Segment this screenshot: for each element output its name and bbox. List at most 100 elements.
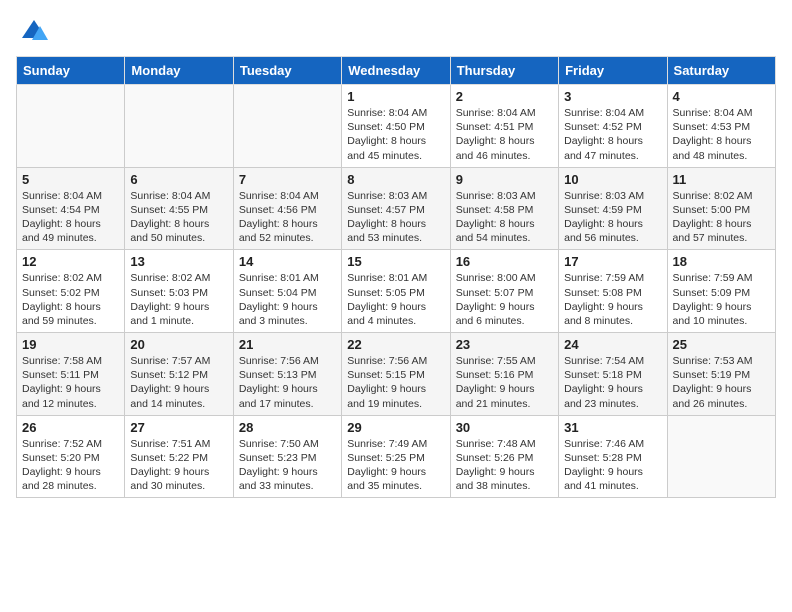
day-number: 3 bbox=[564, 89, 661, 104]
day-number: 23 bbox=[456, 337, 553, 352]
calendar-cell: 13 Sunrise: 8:02 AM Sunset: 5:03 PM Dayli… bbox=[125, 250, 233, 333]
day-info: Sunrise: 8:03 AM Sunset: 4:58 PM Dayligh… bbox=[456, 189, 553, 246]
calendar-cell: 24 Sunrise: 7:54 AM Sunset: 5:18 PM Dayli… bbox=[559, 333, 667, 416]
day-info: Sunrise: 7:57 AM Sunset: 5:12 PM Dayligh… bbox=[130, 354, 227, 411]
day-info: Sunrise: 8:04 AM Sunset: 4:54 PM Dayligh… bbox=[22, 189, 119, 246]
day-info: Sunrise: 7:59 AM Sunset: 5:08 PM Dayligh… bbox=[564, 271, 661, 328]
calendar-cell: 29Sunrise: 7:49 AM Sunset: 5:25 PM Dayli… bbox=[342, 415, 450, 498]
calendar-cell: 18 Sunrise: 7:59 AM Sunset: 5:09 PM Dayli… bbox=[667, 250, 775, 333]
day-number: 6 bbox=[130, 172, 227, 187]
day-info: Sunrise: 8:04 AM Sunset: 4:52 PM Dayligh… bbox=[564, 106, 661, 163]
day-info: Sunrise: 7:48 AM Sunset: 5:26 PM Dayligh… bbox=[456, 437, 553, 494]
day-info: Sunrise: 7:55 AM Sunset: 5:16 PM Dayligh… bbox=[456, 354, 553, 411]
calendar-cell: 2 Sunrise: 8:04 AM Sunset: 4:51 PM Daylig… bbox=[450, 85, 558, 168]
day-info: Sunrise: 7:56 AM Sunset: 5:13 PM Dayligh… bbox=[239, 354, 336, 411]
day-info: Sunrise: 7:58 AM Sunset: 5:11 PM Dayligh… bbox=[22, 354, 119, 411]
page-header bbox=[16, 16, 776, 44]
calendar-cell: 5 Sunrise: 8:04 AM Sunset: 4:54 PM Daylig… bbox=[17, 167, 125, 250]
calendar-cell bbox=[233, 85, 341, 168]
day-number: 7 bbox=[239, 172, 336, 187]
calendar-cell: 16 Sunrise: 8:00 AM Sunset: 5:07 PM Dayli… bbox=[450, 250, 558, 333]
calendar-cell: 8 Sunrise: 8:03 AM Sunset: 4:57 PM Daylig… bbox=[342, 167, 450, 250]
weekday-header-saturday: Saturday bbox=[667, 57, 775, 85]
day-info: Sunrise: 8:04 AM Sunset: 4:51 PM Dayligh… bbox=[456, 106, 553, 163]
day-info: Sunrise: 8:00 AM Sunset: 5:07 PM Dayligh… bbox=[456, 271, 553, 328]
day-info: Sunrise: 8:04 AM Sunset: 4:53 PM Dayligh… bbox=[673, 106, 770, 163]
calendar-cell bbox=[125, 85, 233, 168]
day-number: 15 bbox=[347, 254, 444, 269]
logo-icon bbox=[20, 16, 48, 44]
day-number: 24 bbox=[564, 337, 661, 352]
day-number: 12 bbox=[22, 254, 119, 269]
day-number: 11 bbox=[673, 172, 770, 187]
calendar-cell: 11 Sunrise: 8:02 AM Sunset: 5:00 PM Dayli… bbox=[667, 167, 775, 250]
day-number: 13 bbox=[130, 254, 227, 269]
calendar-cell: 26 Sunrise: 7:52 AM Sunset: 5:20 PM Dayli… bbox=[17, 415, 125, 498]
day-number: 9 bbox=[456, 172, 553, 187]
day-number: 19 bbox=[22, 337, 119, 352]
day-info: Sunrise: 8:02 AM Sunset: 5:00 PM Dayligh… bbox=[673, 189, 770, 246]
day-info: Sunrise: 8:02 AM Sunset: 5:03 PM Dayligh… bbox=[130, 271, 227, 328]
calendar-cell: 30 Sunrise: 7:48 AM Sunset: 5:26 PM Dayli… bbox=[450, 415, 558, 498]
calendar-cell: 1 Sunrise: 8:04 AM Sunset: 4:50 PM Daylig… bbox=[342, 85, 450, 168]
calendar-cell: 25 Sunrise: 7:53 AM Sunset: 5:19 PM Dayli… bbox=[667, 333, 775, 416]
calendar-cell: 28Sunrise: 7:50 AM Sunset: 5:23 PM Dayli… bbox=[233, 415, 341, 498]
day-number: 29 bbox=[347, 420, 444, 435]
day-info: Sunrise: 7:59 AM Sunset: 5:09 PM Dayligh… bbox=[673, 271, 770, 328]
calendar-cell: 3 Sunrise: 8:04 AM Sunset: 4:52 PM Daylig… bbox=[559, 85, 667, 168]
day-number: 21 bbox=[239, 337, 336, 352]
day-info: Sunrise: 8:01 AM Sunset: 5:04 PM Dayligh… bbox=[239, 271, 336, 328]
calendar-table: SundayMondayTuesdayWednesdayThursdayFrid… bbox=[16, 56, 776, 498]
day-info: Sunrise: 8:03 AM Sunset: 4:57 PM Dayligh… bbox=[347, 189, 444, 246]
day-number: 25 bbox=[673, 337, 770, 352]
day-number: 28 bbox=[239, 420, 336, 435]
day-info: Sunrise: 7:56 AM Sunset: 5:15 PM Dayligh… bbox=[347, 354, 444, 411]
calendar-cell: 21 Sunrise: 7:56 AM Sunset: 5:13 PM Dayli… bbox=[233, 333, 341, 416]
calendar-cell bbox=[667, 415, 775, 498]
day-number: 17 bbox=[564, 254, 661, 269]
logo bbox=[16, 16, 48, 44]
calendar-cell: 12 Sunrise: 8:02 AM Sunset: 5:02 PM Dayli… bbox=[17, 250, 125, 333]
day-number: 10 bbox=[564, 172, 661, 187]
calendar-cell: 19 Sunrise: 7:58 AM Sunset: 5:11 PM Dayli… bbox=[17, 333, 125, 416]
calendar-cell: 20 Sunrise: 7:57 AM Sunset: 5:12 PM Dayli… bbox=[125, 333, 233, 416]
day-info: Sunrise: 8:04 AM Sunset: 4:50 PM Dayligh… bbox=[347, 106, 444, 163]
day-info: Sunrise: 7:46 AM Sunset: 5:28 PM Dayligh… bbox=[564, 437, 661, 494]
day-number: 8 bbox=[347, 172, 444, 187]
calendar-cell: 23 Sunrise: 7:55 AM Sunset: 5:16 PM Dayli… bbox=[450, 333, 558, 416]
day-number: 20 bbox=[130, 337, 227, 352]
day-info: Sunrise: 8:03 AM Sunset: 4:59 PM Dayligh… bbox=[564, 189, 661, 246]
day-number: 5 bbox=[22, 172, 119, 187]
calendar-cell: 6Sunrise: 8:04 AM Sunset: 4:55 PM Daylig… bbox=[125, 167, 233, 250]
calendar-cell: 31 Sunrise: 7:46 AM Sunset: 5:28 PM Dayli… bbox=[559, 415, 667, 498]
day-info: Sunrise: 7:51 AM Sunset: 5:22 PM Dayligh… bbox=[130, 437, 227, 494]
day-number: 18 bbox=[673, 254, 770, 269]
day-info: Sunrise: 7:54 AM Sunset: 5:18 PM Dayligh… bbox=[564, 354, 661, 411]
calendar-cell: 22 Sunrise: 7:56 AM Sunset: 5:15 PM Dayli… bbox=[342, 333, 450, 416]
calendar-cell: 15 Sunrise: 8:01 AM Sunset: 5:05 PM Dayli… bbox=[342, 250, 450, 333]
day-number: 1 bbox=[347, 89, 444, 104]
calendar-cell: 17 Sunrise: 7:59 AM Sunset: 5:08 PM Dayli… bbox=[559, 250, 667, 333]
day-number: 22 bbox=[347, 337, 444, 352]
calendar-cell: 27 Sunrise: 7:51 AM Sunset: 5:22 PM Dayli… bbox=[125, 415, 233, 498]
day-number: 2 bbox=[456, 89, 553, 104]
calendar-cell: 4 Sunrise: 8:04 AM Sunset: 4:53 PM Daylig… bbox=[667, 85, 775, 168]
weekday-header-wednesday: Wednesday bbox=[342, 57, 450, 85]
day-info: Sunrise: 8:01 AM Sunset: 5:05 PM Dayligh… bbox=[347, 271, 444, 328]
day-number: 31 bbox=[564, 420, 661, 435]
calendar-cell: 7Sunrise: 8:04 AM Sunset: 4:56 PM Daylig… bbox=[233, 167, 341, 250]
day-info: Sunrise: 7:53 AM Sunset: 5:19 PM Dayligh… bbox=[673, 354, 770, 411]
calendar-cell: 9 Sunrise: 8:03 AM Sunset: 4:58 PM Daylig… bbox=[450, 167, 558, 250]
calendar-cell: 14Sunrise: 8:01 AM Sunset: 5:04 PM Dayli… bbox=[233, 250, 341, 333]
weekday-header-friday: Friday bbox=[559, 57, 667, 85]
day-number: 4 bbox=[673, 89, 770, 104]
day-info: Sunrise: 7:52 AM Sunset: 5:20 PM Dayligh… bbox=[22, 437, 119, 494]
weekday-header-thursday: Thursday bbox=[450, 57, 558, 85]
day-number: 16 bbox=[456, 254, 553, 269]
day-number: 30 bbox=[456, 420, 553, 435]
weekday-header-tuesday: Tuesday bbox=[233, 57, 341, 85]
day-number: 27 bbox=[130, 420, 227, 435]
day-number: 26 bbox=[22, 420, 119, 435]
day-info: Sunrise: 8:02 AM Sunset: 5:02 PM Dayligh… bbox=[22, 271, 119, 328]
weekday-header-sunday: Sunday bbox=[17, 57, 125, 85]
